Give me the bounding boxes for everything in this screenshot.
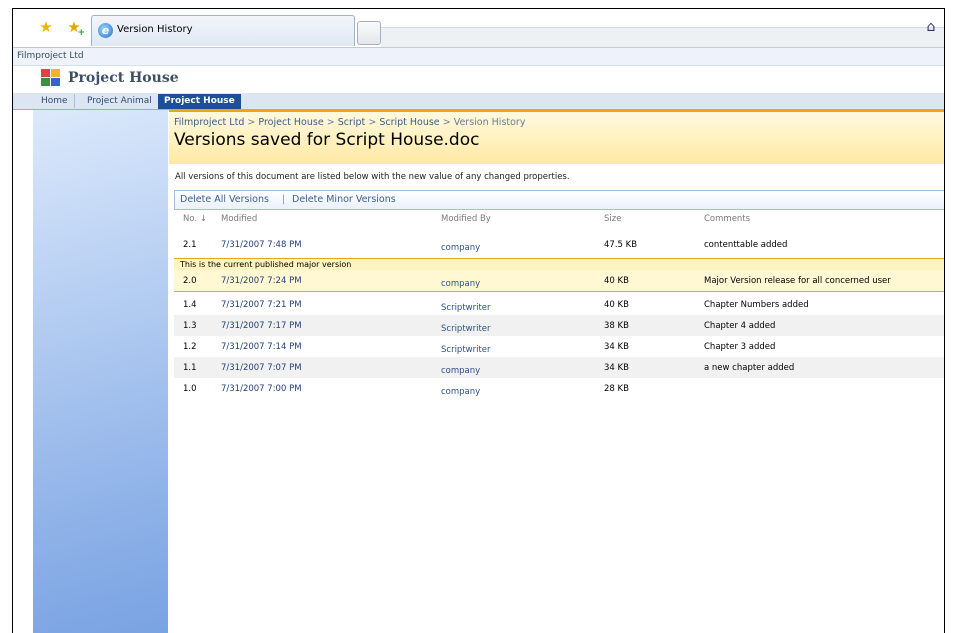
version-modified-by-link[interactable]: company xyxy=(441,366,480,376)
page-title: Versions saved for Script House.doc xyxy=(174,130,480,150)
version-size: 47.5 KB xyxy=(604,240,638,250)
browser-window: ★ ★ + e Version History ⌂ Filmproject Ltd… xyxy=(12,8,945,633)
column-header-comments[interactable]: Comments xyxy=(704,214,750,224)
delete-minor-versions-link[interactable]: Delete Minor Versions xyxy=(292,194,396,205)
version-number: 1.3 xyxy=(183,321,197,331)
delete-all-versions-link[interactable]: Delete All Versions xyxy=(180,194,269,205)
site-title: Project House xyxy=(68,70,179,86)
column-header-modified-by[interactable]: Modified By xyxy=(441,214,491,224)
version-size: 38 KB xyxy=(604,321,629,331)
version-modified-by-link[interactable]: company xyxy=(441,243,480,253)
breadcrumb: Filmproject Ltd > Project House > Script… xyxy=(174,117,525,128)
breadcrumb-separator: > xyxy=(326,117,335,128)
page-description: All versions of this document are listed… xyxy=(175,172,570,182)
breadcrumb-script[interactable]: Script xyxy=(338,117,366,128)
new-tab-button[interactable] xyxy=(357,21,381,45)
version-modified-by-link[interactable]: Scriptwriter xyxy=(441,345,491,355)
version-comment: Chapter 4 added xyxy=(704,321,776,331)
action-toolbar: Delete All Versions | Delete Minor Versi… xyxy=(174,190,944,210)
version-size: 34 KB xyxy=(604,363,629,373)
version-number: 1.0 xyxy=(183,384,197,394)
nav-tab-home[interactable]: Home xyxy=(35,94,75,108)
breadcrumb-version-history: Version History xyxy=(453,117,526,128)
home-icon[interactable]: ⌂ xyxy=(923,19,939,35)
table-row: 1.3 7/31/2007 7:17 PM Scriptwriter 38 KB… xyxy=(174,315,944,336)
breadcrumb-script-house[interactable]: Script House xyxy=(379,117,439,128)
breadcrumb-separator: > xyxy=(368,117,377,128)
column-header-no[interactable]: No. ↓ xyxy=(183,214,207,224)
version-modified-by-link[interactable]: Scriptwriter xyxy=(441,303,491,313)
version-size: 34 KB xyxy=(604,342,629,352)
version-modified-link[interactable]: 7/31/2007 7:00 PM xyxy=(221,384,302,394)
table-row-current: 2.0 7/31/2007 7:24 PM company 40 KB Majo… xyxy=(174,270,944,292)
site-name-link[interactable]: Filmproject Ltd xyxy=(17,51,84,61)
version-number: 1.2 xyxy=(183,342,197,352)
table-row: 1.0 7/31/2007 7:00 PM company 28 KB xyxy=(174,378,944,399)
site-logo-icon xyxy=(41,69,61,87)
version-modified-link[interactable]: 7/31/2007 7:17 PM xyxy=(221,321,302,331)
version-modified-link[interactable]: 7/31/2007 7:14 PM xyxy=(221,342,302,352)
version-modified-link[interactable]: 7/31/2007 7:21 PM xyxy=(221,300,302,310)
version-modified-link[interactable]: 7/31/2007 7:07 PM xyxy=(221,363,302,373)
browser-tab-version-history[interactable]: e Version History xyxy=(91,15,355,46)
version-size: 40 KB xyxy=(604,300,629,310)
version-modified-link[interactable]: 7/31/2007 7:24 PM xyxy=(221,276,302,286)
version-modified-by-link[interactable]: Scriptwriter xyxy=(441,324,491,334)
version-number: 1.4 xyxy=(183,300,197,310)
version-modified-link[interactable]: 7/31/2007 7:48 PM xyxy=(221,240,302,250)
version-comment: Chapter 3 added xyxy=(704,342,776,352)
version-size: 28 KB xyxy=(604,384,629,394)
version-comment: contenttable added xyxy=(704,240,788,250)
column-header-modified[interactable]: Modified xyxy=(221,214,257,224)
table-row: 1.4 7/31/2007 7:21 PM Scriptwriter 40 KB… xyxy=(174,294,944,315)
version-size: 40 KB xyxy=(604,276,629,286)
site-bar: Filmproject Ltd xyxy=(13,48,944,66)
version-modified-by-link[interactable]: company xyxy=(441,279,480,289)
table-row: 1.1 7/31/2007 7:07 PM company 34 KB a ne… xyxy=(174,357,944,378)
breadcrumb-project-house[interactable]: Project House xyxy=(258,117,323,128)
browser-toolbar: ★ ★ + e Version History ⌂ xyxy=(13,9,944,48)
version-modified-by-link[interactable]: company xyxy=(441,387,480,397)
version-comment: a new chapter added xyxy=(704,363,795,373)
breadcrumb-filmproject[interactable]: Filmproject Ltd xyxy=(174,117,244,128)
version-number: 2.1 xyxy=(183,240,197,250)
breadcrumb-separator: > xyxy=(442,117,451,128)
ie-icon: e xyxy=(98,23,113,38)
top-navigation: Home Project Animal Project House xyxy=(13,93,944,110)
browser-tab-title: Version History xyxy=(117,24,193,35)
page-title-area: Filmproject Ltd > Project House > Script… xyxy=(169,110,944,164)
column-header-size[interactable]: Size xyxy=(604,214,621,224)
tab-strip xyxy=(381,27,944,47)
version-number: 1.1 xyxy=(183,363,197,373)
version-number: 2.0 xyxy=(183,276,197,286)
site-header: Project House xyxy=(13,66,944,92)
favorites-star-icon[interactable]: ★ xyxy=(37,18,55,36)
action-separator: | xyxy=(282,194,286,205)
add-favorites-icon[interactable]: ★ + xyxy=(65,18,85,38)
published-version-banner: This is the current published major vers… xyxy=(174,258,944,270)
version-comment: Major Version release for all concerned … xyxy=(704,276,891,286)
nav-tab-project-house[interactable]: Project House xyxy=(158,94,241,109)
table-row: 2.1 7/31/2007 7:48 PM company 47.5 KB co… xyxy=(174,234,944,255)
table-row: 1.2 7/31/2007 7:14 PM Scriptwriter 34 KB… xyxy=(174,336,944,357)
left-navigation-panel xyxy=(33,110,168,633)
breadcrumb-separator: > xyxy=(247,117,256,128)
version-comment: Chapter Numbers added xyxy=(704,300,809,310)
nav-tab-project-animal[interactable]: Project Animal xyxy=(81,94,159,108)
